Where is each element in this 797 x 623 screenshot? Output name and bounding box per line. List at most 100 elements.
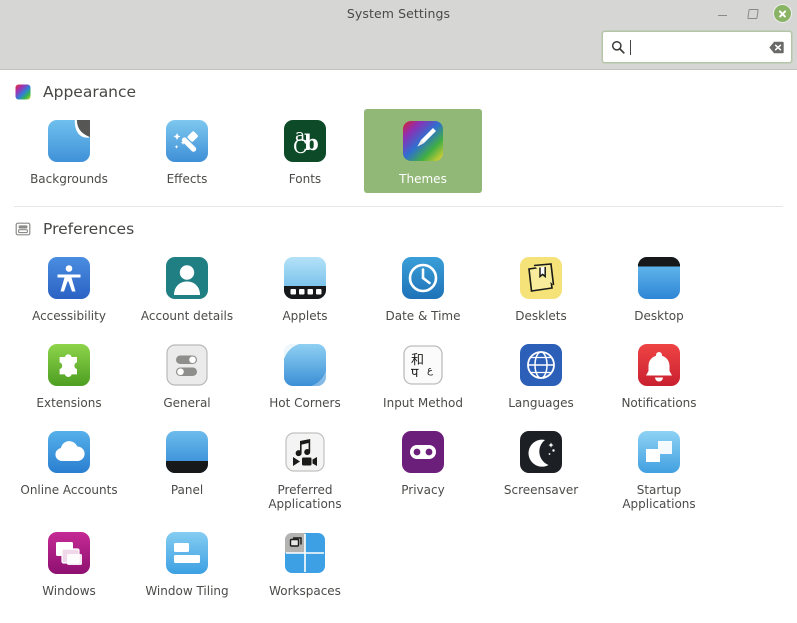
account-details-icon: [163, 254, 211, 302]
workspaces-icon: [281, 529, 329, 577]
section-header-appearance: Appearance: [0, 70, 797, 109]
preferred-applications-icon: [281, 428, 329, 476]
settings-item-date-time[interactable]: Date & Time: [364, 246, 482, 330]
search-icon: [611, 40, 625, 54]
preferences-icon: [14, 220, 32, 238]
settings-item-online-accounts[interactable]: Online Accounts: [10, 420, 128, 518]
settings-item-screensaver[interactable]: Screensaver: [482, 420, 600, 518]
settings-item-extensions[interactable]: Extensions: [10, 333, 128, 417]
settings-item-themes[interactable]: Themes: [364, 109, 482, 193]
svg-text:ع: ع: [427, 365, 433, 376]
section-title-preferences: Preferences: [43, 220, 135, 238]
effects-icon: [163, 117, 211, 165]
window-header: System Settings: [0, 0, 797, 70]
notifications-icon: [635, 341, 683, 389]
privacy-icon: [399, 428, 447, 476]
desktop-icon: [635, 254, 683, 302]
settings-item-hot-corners[interactable]: Hot Corners: [246, 333, 364, 417]
settings-item-notifications[interactable]: Notifications: [600, 333, 718, 417]
settings-item-label: Privacy: [401, 483, 445, 497]
settings-item-input-method[interactable]: 和 प ع Input Method: [364, 333, 482, 417]
settings-item-label: General: [163, 396, 211, 410]
input-method-icon: 和 प ع: [399, 341, 447, 389]
date-time-icon: [399, 254, 447, 302]
applets-icon: [281, 254, 329, 302]
settings-item-label: Notifications: [621, 396, 697, 410]
appearance-gradient-icon: [14, 83, 32, 101]
hot-corners-icon: [281, 341, 329, 389]
settings-item-preferred-applications[interactable]: Preferred Applications: [246, 420, 364, 518]
clear-icon[interactable]: [769, 41, 784, 54]
settings-item-label: Themes: [399, 172, 447, 186]
settings-content: Appearance Backgrounds Effects a b C Fon…: [0, 70, 797, 608]
settings-item-panel[interactable]: Panel: [128, 420, 246, 518]
settings-item-privacy[interactable]: Privacy: [364, 420, 482, 518]
grid-appearance: Backgrounds Effects a b C Fonts Themes: [0, 109, 797, 196]
section-header-preferences: Preferences: [0, 207, 797, 246]
settings-item-desklets[interactable]: Desklets: [482, 246, 600, 330]
minimize-icon[interactable]: [714, 6, 730, 22]
settings-item-account-details[interactable]: Account details: [128, 246, 246, 330]
settings-item-label: Startup Applications: [622, 483, 696, 511]
settings-item-label: Backgrounds: [30, 172, 108, 186]
settings-item-windows[interactable]: Windows: [10, 521, 128, 605]
settings-item-label: Accessibility: [32, 309, 106, 323]
grid-preferences: Accessibility Account details Applets Da…: [0, 246, 797, 608]
section-appearance: Appearance Backgrounds Effects a b C Fon…: [0, 70, 797, 207]
panel-icon: [163, 428, 211, 476]
settings-item-label: Hot Corners: [269, 396, 341, 410]
themes-icon: [399, 117, 447, 165]
maximize-icon[interactable]: [744, 6, 760, 22]
close-icon[interactable]: [774, 5, 791, 22]
settings-item-label: Date & Time: [385, 309, 461, 323]
screensaver-icon: [517, 428, 565, 476]
settings-item-effects[interactable]: Effects: [128, 109, 246, 193]
settings-item-label: Desklets: [515, 309, 567, 323]
settings-item-label: Workspaces: [269, 584, 341, 598]
window-controls: [714, 0, 791, 27]
settings-item-accessibility[interactable]: Accessibility: [10, 246, 128, 330]
settings-item-label: Online Accounts: [20, 483, 118, 497]
settings-item-label: Fonts: [288, 172, 322, 186]
settings-item-label: Effects: [166, 172, 208, 186]
settings-item-applets[interactable]: Applets: [246, 246, 364, 330]
settings-item-label: Windows: [42, 584, 96, 598]
settings-item-label: Input Method: [383, 396, 463, 410]
settings-item-languages[interactable]: Languages: [482, 333, 600, 417]
settings-item-workspaces[interactable]: Workspaces: [246, 521, 364, 605]
settings-item-fonts[interactable]: a b C Fonts: [246, 109, 364, 193]
backgrounds-icon: [45, 117, 93, 165]
fonts-icon: a b C: [281, 117, 329, 165]
svg-text:प: प: [411, 366, 419, 381]
settings-item-window-tiling[interactable]: Window Tiling: [128, 521, 246, 605]
settings-item-label: Applets: [282, 309, 328, 323]
section-preferences: Preferences Accessibility Account detail…: [0, 207, 797, 608]
window-title: System Settings: [346, 6, 451, 21]
settings-item-label: Desktop: [634, 309, 684, 323]
settings-item-backgrounds[interactable]: Backgrounds: [10, 109, 128, 193]
section-title-appearance: Appearance: [43, 83, 137, 101]
settings-item-label: Screensaver: [503, 483, 579, 497]
windows-icon: [45, 529, 93, 577]
settings-item-desktop[interactable]: Desktop: [600, 246, 718, 330]
settings-item-label: Extensions: [36, 396, 102, 410]
search-input[interactable]: [629, 32, 769, 62]
settings-item-label: Languages: [508, 396, 574, 410]
settings-item-label: Window Tiling: [145, 584, 229, 598]
search-box[interactable]: [602, 31, 792, 63]
settings-item-label: Preferred Applications: [268, 483, 342, 511]
settings-item-general[interactable]: General: [128, 333, 246, 417]
text-caret: [630, 39, 631, 55]
svg-text:C: C: [293, 136, 308, 158]
titlebar: System Settings: [0, 0, 797, 27]
settings-item-label: Panel: [170, 483, 204, 497]
search-container[interactable]: [602, 31, 792, 63]
general-icon: [163, 341, 211, 389]
desklets-icon: [517, 254, 565, 302]
languages-icon: [517, 341, 565, 389]
extensions-icon: [45, 341, 93, 389]
online-accounts-icon: [45, 428, 93, 476]
settings-item-startup-applications[interactable]: Startup Applications: [600, 420, 718, 518]
window-tiling-icon: [163, 529, 211, 577]
accessibility-icon: [45, 254, 93, 302]
